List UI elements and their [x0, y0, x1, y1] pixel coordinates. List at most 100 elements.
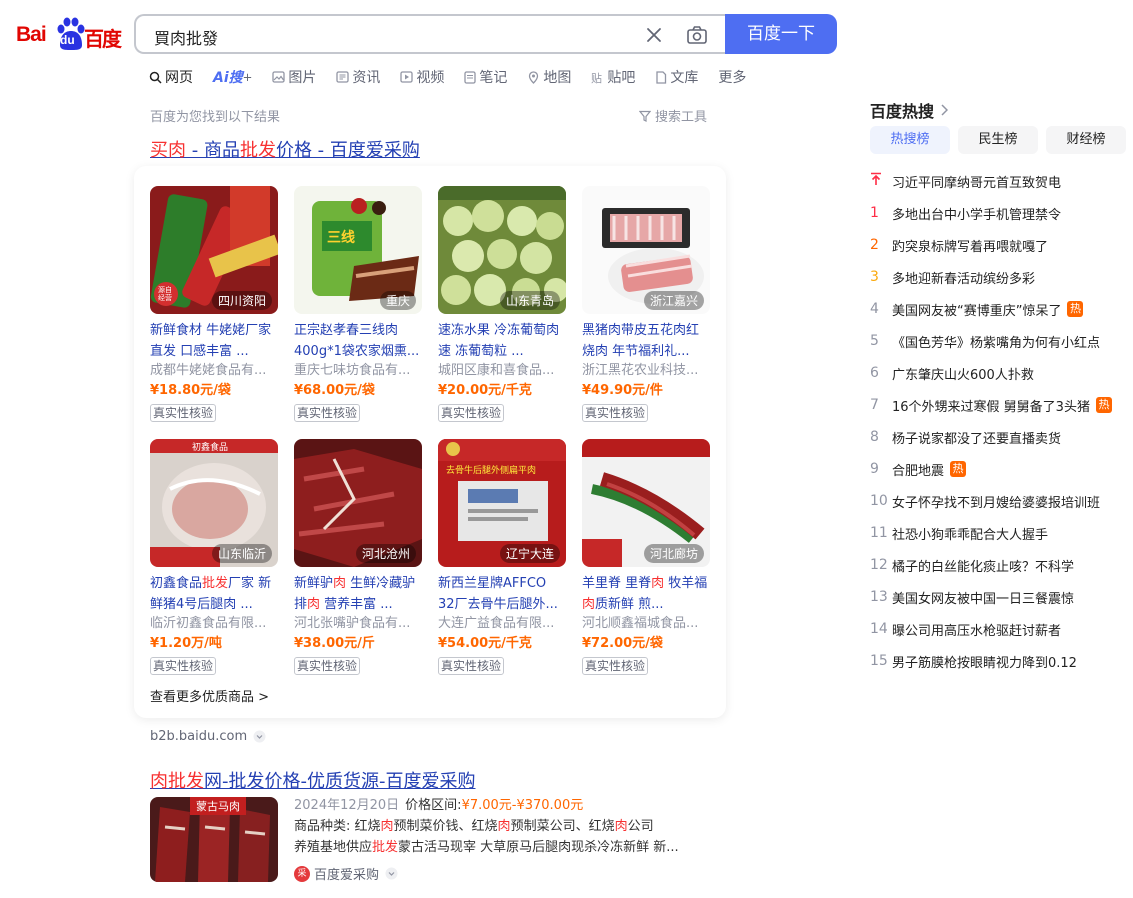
- search-button[interactable]: 百度一下: [725, 14, 837, 54]
- hot-rank: 9: [870, 461, 879, 477]
- hot-tab-finance[interactable]: 财经榜: [1046, 126, 1126, 154]
- product-card: 源自 经营 四川资阳 新鲜食材 牛姥姥厂家直发 口感丰富 ... 成都牛姥姥食品…: [134, 166, 726, 718]
- hot-item[interactable]: 14 曝公司用高压水枪驱赶讨薪者: [870, 613, 1132, 645]
- product-desc[interactable]: 正宗赵孝春三线肉400g*1袋农家烟熏...: [294, 320, 422, 362]
- product-item[interactable]: 浙江嘉兴 黑猪肉带皮五花肉红烧肉 年节福利礼... 浙江黑花农业科技... ¥4…: [582, 186, 710, 422]
- product-image[interactable]: 河北廊坊: [582, 439, 710, 567]
- thumbnail-tag: 蒙古马肉: [190, 797, 246, 815]
- product-desc[interactable]: 新鲜食材 牛姥姥厂家直发 口感丰富 ...: [150, 320, 278, 362]
- verify-badge: 真实性核验: [150, 404, 217, 422]
- see-more-link[interactable]: 查看更多优质商品 >: [150, 686, 269, 705]
- search-tools-button[interactable]: 搜索工具: [639, 106, 707, 125]
- hot-item[interactable]: 13 美国女网友被中国一日三餐震惊: [870, 581, 1132, 613]
- hot-item-text: 16个外甥来过寒假 舅舅备了3头猪: [892, 399, 1090, 415]
- hot-item[interactable]: 15 男子筋膜枪按眼睛视力降到0.12: [870, 645, 1132, 677]
- hot-item-text: 杨子说家都没了还要直播卖货: [892, 431, 1062, 447]
- line-part: 公司: [627, 819, 654, 834]
- product-item[interactable]: 初鑫食品 山东临沂 初鑫食品批发厂家 新鲜猪4号后腿肉 ... 临沂初鑫食品有限…: [150, 439, 278, 675]
- product-image[interactable]: 浙江嘉兴: [582, 186, 710, 314]
- hot-item[interactable]: 5 《国色芳华》杨紫嘴角为何有小红点: [870, 325, 1132, 357]
- product-image[interactable]: 三线 重庆: [294, 186, 422, 314]
- hot-rank: 14: [870, 621, 888, 637]
- chevron-down-icon[interactable]: [385, 867, 398, 880]
- hot-item[interactable]: 1 多地出台中小学手机管理禁令: [870, 197, 1132, 229]
- hot-item[interactable]: 习近平同摩纳哥元首互致贺电: [870, 165, 1132, 197]
- product-item[interactable]: 三线 重庆 正宗赵孝春三线肉400g*1袋农家烟熏... 重庆七味坊食品有...…: [294, 186, 422, 422]
- hot-item[interactable]: 8 杨子说家都没了还要直播卖货: [870, 421, 1132, 453]
- tab-more[interactable]: 更多: [718, 66, 746, 88]
- clear-icon[interactable]: [644, 25, 664, 45]
- hot-item[interactable]: 11 社恐小狗乖乖配合大人握手: [870, 517, 1132, 549]
- tab-label: 图片: [288, 70, 317, 86]
- result-title[interactable]: 肉批发网-批发价格-优质货源-百度爱采购: [150, 767, 475, 793]
- hot-item[interactable]: 12 橘子的白丝能化痰止咳？不科学: [870, 549, 1132, 581]
- product-company: 河北张嘴驴食品有...: [294, 616, 411, 631]
- product-desc[interactable]: 羊里脊 里脊肉 牧羊福肉质新鲜 煎...: [582, 573, 710, 615]
- hot-badge: 热: [1095, 397, 1112, 413]
- desc-highlight: 批发: [202, 576, 229, 591]
- result-source[interactable]: 采 百度爱采购: [294, 864, 398, 883]
- product-item[interactable]: 去骨牛后腿外侧扁平肉 辽宁大连 新西兰星牌AFFCO 32厂去骨牛后腿外... …: [438, 439, 566, 675]
- hot-tab-livelihood[interactable]: 民生榜: [958, 126, 1038, 154]
- result-thumbnail[interactable]: 蒙古马肉: [150, 797, 278, 882]
- product-desc[interactable]: 速冻水果 冷冻葡萄肉速 冻葡萄粒 ...: [438, 320, 566, 362]
- product-item[interactable]: 河北沧州 新鲜驴肉 生鲜冷藏驴排肉 营养丰富 ... 河北张嘴驴食品有... ¥…: [294, 439, 422, 675]
- abstract-line: 养殖基地供应批发蒙古活马现宰 大草原马后腿肉现杀冷冻新鲜 新...: [294, 837, 679, 858]
- search-box[interactable]: 買肉批發: [134, 14, 738, 54]
- hot-tab-hot[interactable]: 热搜榜: [870, 126, 950, 154]
- product-image[interactable]: 河北沧州: [294, 439, 422, 567]
- tab-images[interactable]: 图片: [272, 66, 316, 88]
- product-image[interactable]: 源自 经营 四川资阳: [150, 186, 278, 314]
- tab-web[interactable]: 网页: [149, 66, 193, 88]
- product-image[interactable]: 山东青岛: [438, 186, 566, 314]
- hot-item[interactable]: 9 合肥地震热: [870, 453, 1132, 485]
- desc-highlight: 肉: [307, 597, 321, 612]
- product-desc[interactable]: 新鲜驴肉 生鲜冷藏驴排肉 营养丰富 ...: [294, 573, 422, 615]
- hot-item[interactable]: 6 广东肇庆山火600人扑救: [870, 357, 1132, 389]
- product-desc[interactable]: 初鑫食品批发厂家 新鲜猪4号后腿肉 ...: [150, 573, 278, 615]
- line-highlight: 肉: [497, 819, 511, 834]
- tab-tieba[interactable]: 贴 贴吧: [591, 66, 635, 88]
- tab-wenku[interactable]: 文库: [655, 66, 698, 88]
- product-image[interactable]: 去骨牛后腿外侧扁平肉 辽宁大连: [438, 439, 566, 567]
- tab-map[interactable]: 地图: [527, 66, 571, 88]
- line-highlight: 肉: [380, 819, 394, 834]
- hot-search-title[interactable]: 百度热搜: [870, 98, 949, 122]
- desc-part: 羊里脊 里脊: [582, 576, 652, 591]
- product-desc[interactable]: 新西兰星牌AFFCO 32厂去骨牛后腿外...: [438, 573, 566, 615]
- line-part: 养殖基地供应: [294, 840, 373, 855]
- product-location: 河北廊坊: [643, 544, 704, 563]
- desc-part: 新鲜驴: [294, 576, 334, 591]
- product-desc[interactable]: 黑猪肉带皮五花肉红烧肉 年节福利礼...: [582, 320, 710, 362]
- hot-item[interactable]: 7 16个外甥来过寒假 舅舅备了3头猪热: [870, 389, 1132, 421]
- search-input[interactable]: 買肉批發: [154, 25, 218, 49]
- product-image[interactable]: 初鑫食品 山东临沂: [150, 439, 278, 567]
- product-location: 浙江嘉兴: [643, 291, 704, 310]
- hot-rank: 2: [870, 237, 879, 253]
- chevron-down-icon[interactable]: [253, 730, 266, 743]
- hot-item-text: 美国网友被“赛博重庆”惊呆了: [892, 303, 1062, 319]
- video-icon: [400, 71, 414, 83]
- hot-item[interactable]: 3 多地迎新春活动缤纷多彩: [870, 261, 1132, 293]
- tab-video[interactable]: 视频: [400, 66, 444, 88]
- result-title[interactable]: 买肉 - 商品批发价格 - 百度爱采购: [150, 136, 420, 162]
- filter-icon: [639, 110, 651, 122]
- tab-label: 网页: [165, 70, 193, 86]
- tab-news[interactable]: 资讯: [336, 66, 380, 88]
- product-item[interactable]: 河北廊坊 羊里脊 里脊肉 牧羊福肉质新鲜 煎... 河北顺鑫福城食品... ¥7…: [582, 439, 710, 675]
- hot-item-text: 趵突泉标牌写着再喂就嘎了: [892, 239, 1049, 255]
- result-url[interactable]: b2b.baidu.com: [150, 729, 266, 744]
- product-item[interactable]: 源自 经营 四川资阳 新鲜食材 牛姥姥厂家直发 口感丰富 ... 成都牛姥姥食品…: [150, 186, 278, 422]
- tab-label: 视频: [416, 70, 445, 86]
- hot-item[interactable]: 10 女子怀孕找不到月嫂给婆婆报培训班: [870, 485, 1132, 517]
- tab-ai[interactable]: Ai搜 +: [213, 66, 252, 88]
- product-location: 山东临沂: [211, 544, 272, 563]
- tab-notes[interactable]: 笔记: [464, 66, 507, 88]
- hot-item-text: 女子怀孕找不到月嫂给婆婆报培训班: [892, 495, 1101, 511]
- hot-item[interactable]: 2 趵突泉标牌写着再喂就嘎了: [870, 229, 1132, 261]
- product-item[interactable]: 山东青岛 速冻水果 冷冻葡萄肉速 冻葡萄粒 ... 城阳区康和喜食品... ¥2…: [438, 186, 566, 422]
- tab-label: 文库: [670, 70, 699, 86]
- hot-item[interactable]: 4 美国网友被“赛博重庆”惊呆了热: [870, 293, 1132, 325]
- baidu-logo[interactable]: Bai du 百度: [16, 17, 122, 53]
- camera-icon[interactable]: [686, 25, 708, 45]
